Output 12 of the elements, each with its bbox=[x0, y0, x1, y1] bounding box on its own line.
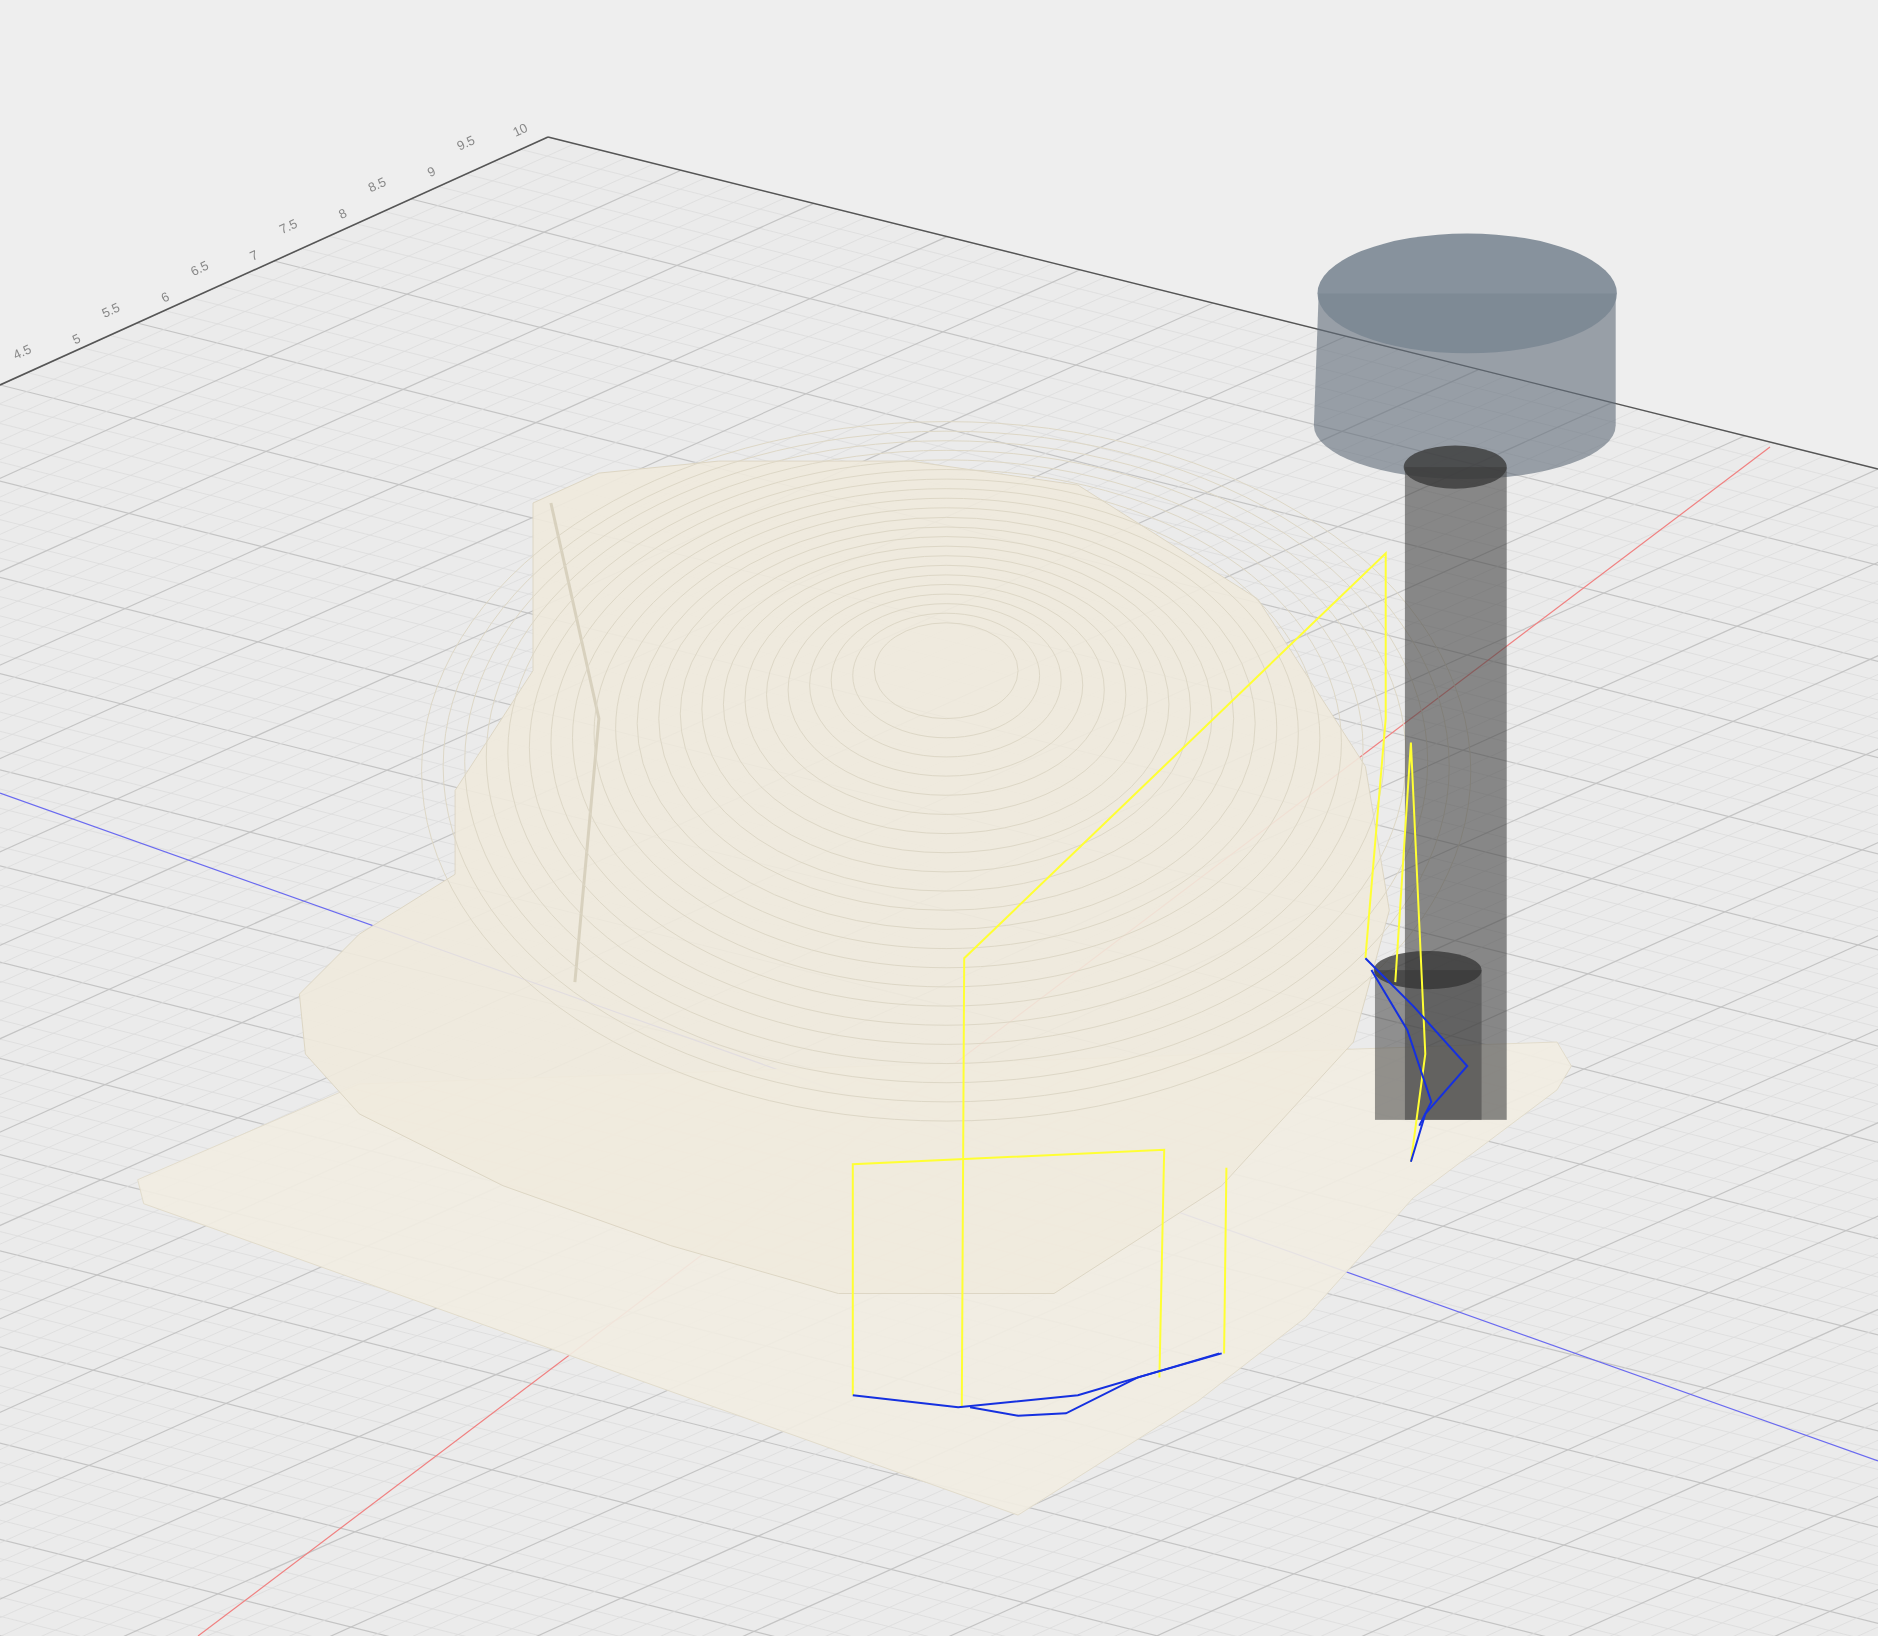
ruler-label: 5.5 bbox=[99, 299, 123, 321]
ruler-label: 7 bbox=[247, 247, 261, 264]
ruler-label: 8.5 bbox=[365, 174, 389, 196]
ruler-label: 7.5 bbox=[276, 215, 300, 238]
ruler-label: 9.5 bbox=[454, 132, 478, 154]
ruler-label: 5 bbox=[70, 330, 83, 348]
ruler-label: 6 bbox=[158, 288, 172, 306]
ruler-label: 9 bbox=[424, 163, 438, 181]
ruler-label: 6.5 bbox=[188, 257, 211, 279]
ruler-label: 10 bbox=[510, 120, 530, 140]
ruler-label: 8 bbox=[336, 205, 350, 222]
ruler-label: 4.5 bbox=[10, 341, 34, 363]
